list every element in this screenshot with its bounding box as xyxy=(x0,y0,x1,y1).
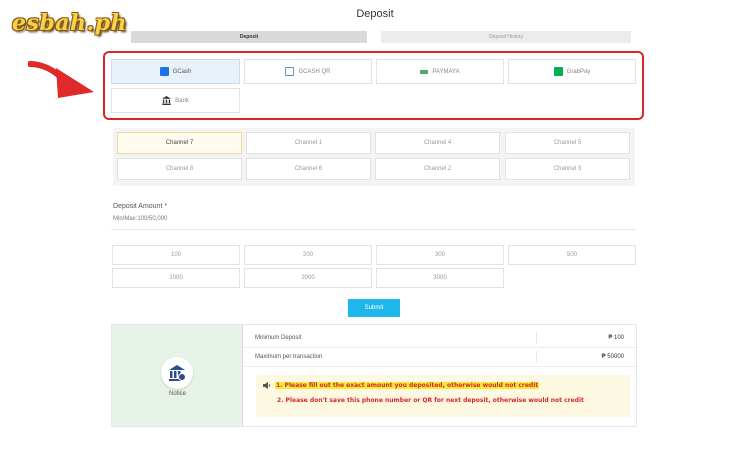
warning-text-1: 1. Please fill out the exact amount you … xyxy=(275,382,540,389)
max-transaction-value: ₱ 50000 xyxy=(601,354,624,360)
method-bank[interactable]: Bank xyxy=(111,88,240,113)
warning-box: 1. Please fill out the exact amount you … xyxy=(256,375,630,417)
gcash-icon xyxy=(159,67,169,76)
method-grabpay[interactable]: GrabPay xyxy=(508,59,636,84)
amount-preset-500[interactable]: 500 xyxy=(508,245,636,265)
method-label: GCASH QR xyxy=(298,68,331,75)
channel-4[interactable]: Channel 4 xyxy=(375,132,500,154)
red-arrow-icon xyxy=(28,61,94,98)
method-label: GrabPay xyxy=(566,68,591,75)
warning-text-2: 2. Please don't save this phone number o… xyxy=(277,397,584,404)
amount-preset-3000[interactable]: 3000 xyxy=(376,268,504,288)
warning-line-1: 1. Please fill out the exact amount you … xyxy=(263,382,540,389)
max-transaction-row: Maximum per transaction ₱ 50000 xyxy=(244,348,636,367)
amount-preset-300[interactable]: 300 xyxy=(376,245,504,265)
method-label: Bank xyxy=(175,97,189,104)
min-deposit-row: Minimum Deposit ₱ 100 xyxy=(244,329,636,348)
bank-icon xyxy=(162,96,172,105)
notice-sidebar: Notice xyxy=(112,325,243,426)
notice-panel: Notice Minimum Deposit ₱ 100 Maximum per… xyxy=(111,324,637,427)
method-label: PAYMAYA xyxy=(432,68,460,75)
min-deposit-label: Minimum Deposit xyxy=(255,335,302,341)
tab-deposit[interactable]: Deposit xyxy=(131,31,367,43)
method-gcash[interactable]: GCash xyxy=(111,59,240,84)
submit-button[interactable]: Submit xyxy=(348,299,400,317)
method-gcash-qr[interactable]: GCASH QR xyxy=(244,59,372,84)
deposit-amount-text: Deposit Amount xyxy=(113,203,163,210)
max-transaction-label: Maximum per transaction xyxy=(255,354,323,360)
speaker-icon xyxy=(263,382,271,389)
required-mark: * xyxy=(164,203,168,210)
channel-5[interactable]: Channel 5 xyxy=(505,132,630,154)
channel-3[interactable]: Channel 3 xyxy=(505,158,630,180)
channel-1[interactable]: Channel 1 xyxy=(246,132,371,154)
row-divider xyxy=(536,351,537,363)
amount-preset-100[interactable]: 100 xyxy=(112,245,240,265)
page-title: Deposit xyxy=(356,8,394,20)
channel-2[interactable]: Channel 2 xyxy=(375,158,500,180)
tab-deposit-history[interactable]: Deposit History xyxy=(381,31,631,43)
notice-badge xyxy=(161,357,193,389)
amount-preset-200[interactable]: 200 xyxy=(244,245,372,265)
channel-6[interactable]: Channel 6 xyxy=(246,158,371,180)
min-deposit-value: ₱ 100 xyxy=(608,335,624,341)
amount-preset-1000[interactable]: 1000 xyxy=(112,268,240,288)
method-label: GCash xyxy=(172,68,192,75)
paymaya-icon xyxy=(420,69,429,74)
notice-label: Notice xyxy=(168,391,186,397)
amount-preset-2000[interactable]: 2000 xyxy=(244,268,372,288)
channel-7[interactable]: Channel 7 xyxy=(117,132,242,154)
row-divider xyxy=(536,332,537,344)
method-paymaya[interactable]: PAYMAYA xyxy=(376,59,504,84)
channel-8[interactable]: Channel 8 xyxy=(117,158,242,180)
amount-input-underline[interactable] xyxy=(111,229,636,230)
amount-minmax: Min/Max:100/50,000 xyxy=(113,216,168,222)
deposit-amount-label: Deposit Amount * xyxy=(113,203,167,210)
bank-notice-icon xyxy=(169,365,186,381)
grabpay-icon xyxy=(553,67,563,76)
qr-icon xyxy=(285,67,295,76)
